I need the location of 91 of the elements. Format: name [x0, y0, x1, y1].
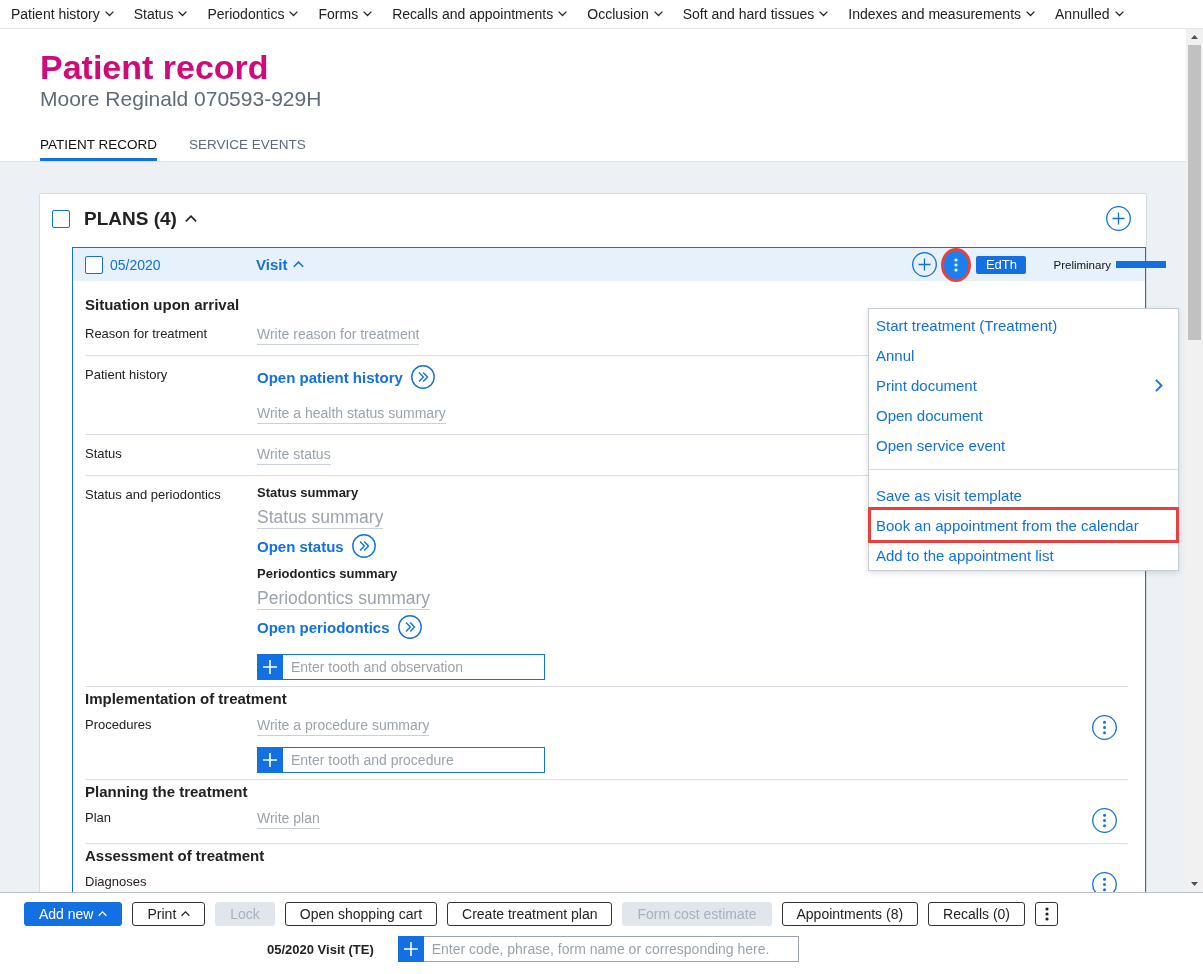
section-heading: Situation upon arrival	[85, 295, 241, 315]
checkbox[interactable]	[85, 255, 103, 274]
command-field[interactable]: Enter code, phrase, form name or corresponding here.	[423, 936, 799, 962]
toolbar-button[interactable]: Appointments (8)	[781, 902, 919, 926]
checkbox[interactable]	[52, 209, 70, 228]
menu-option[interactable]: Open service event	[868, 430, 1179, 460]
plan-type-toggle[interactable]: Visit	[256, 256, 305, 273]
text-field[interactable]: Write reason for treatment	[257, 324, 420, 345]
triangle-down-icon[interactable]	[1191, 882, 1198, 886]
double-chevron-icon	[351, 534, 376, 558]
tab[interactable]: PATIENT RECORD	[40, 136, 157, 161]
menu-option[interactable]: Save as visit template	[868, 480, 1179, 510]
field-label: Status and periodontics	[85, 486, 222, 504]
menu-item[interactable]: Occlusion	[587, 5, 663, 23]
chevron-down-icon	[363, 11, 373, 17]
scrollbar-thumb[interactable]	[1188, 45, 1201, 340]
chevron-down-icon	[104, 11, 114, 17]
chevron-down-icon	[1114, 11, 1124, 17]
chevron-down-icon	[1026, 11, 1035, 17]
input-field[interactable]: Enter tooth and procedure	[283, 747, 545, 773]
field-label: Plan	[85, 809, 113, 827]
plus-icon[interactable]	[257, 654, 283, 680]
text-field[interactable]: Write a health status summary	[257, 403, 446, 424]
summary-field[interactable]: Status summary	[257, 506, 384, 529]
menu-item[interactable]: Indexes and measurements	[848, 5, 1035, 23]
toolbar-button[interactable]: Open shopping cart	[284, 902, 438, 926]
field-label: Patient history	[85, 366, 169, 384]
chevron-up-icon	[98, 911, 108, 917]
toolbar-button[interactable]: Add new	[24, 902, 123, 926]
section-title: PLANS (4)	[84, 207, 177, 230]
chevron-down-icon	[819, 11, 829, 17]
add-icon[interactable]	[912, 252, 938, 277]
double-chevron-icon	[410, 365, 435, 389]
subheading: Status summary	[257, 485, 359, 501]
triangle-up-icon[interactable]	[1191, 35, 1198, 39]
chevron-down-icon	[289, 11, 299, 17]
status-label: Preliminary	[1053, 258, 1111, 271]
more-icon[interactable]	[1092, 872, 1117, 892]
menu-option[interactable]: Open document	[868, 400, 1179, 430]
section-heading: Implementation of treatment	[85, 689, 288, 709]
more-icon	[1044, 907, 1049, 921]
menu-option[interactable]: Add to the appointment list	[868, 540, 1179, 570]
field-label: Diagnoses	[85, 873, 148, 891]
chevron-right-icon	[1155, 378, 1163, 392]
more-button[interactable]	[1035, 902, 1058, 926]
more-icon[interactable]	[1092, 808, 1117, 833]
menu-item[interactable]: Patient history	[11, 5, 114, 23]
toolbar-button[interactable]: Create treatment plan	[447, 902, 613, 926]
plan-date: 05/2020	[110, 256, 161, 273]
chevron-down-icon	[558, 11, 568, 17]
input-field[interactable]: Enter tooth and observation	[283, 654, 545, 680]
subheading: Periodontics summary	[257, 566, 398, 582]
text-field[interactable]: Write plan	[257, 808, 320, 829]
text-field[interactable]: Write status	[257, 444, 331, 465]
section-heading: Assessment of treatment	[85, 846, 266, 866]
more-icon	[954, 257, 959, 272]
scrollbar[interactable]	[1186, 29, 1203, 892]
chevron-down-icon	[178, 11, 188, 17]
menu-item[interactable]: Recalls and appointments	[392, 5, 568, 23]
link[interactable]: Open periodontics	[257, 615, 422, 639]
menu-item[interactable]: Periodontics	[207, 5, 299, 23]
plus-icon[interactable]	[397, 936, 424, 962]
tab[interactable]: SERVICE EVENTS	[189, 136, 306, 161]
field-label: Procedures	[85, 716, 153, 734]
chevron-up-icon	[181, 911, 191, 917]
text-field[interactable]: Write a procedure summary	[257, 715, 430, 736]
toolbar-button[interactable]: Recalls (0)	[928, 902, 1025, 926]
link[interactable]: Open status	[257, 534, 376, 558]
menu-option[interactable]: Book an appointment from the calendar	[868, 507, 1179, 543]
double-chevron-icon	[397, 615, 422, 639]
patient-name: Moore Reginald 070593-929H	[40, 87, 323, 111]
initials-badge: EdTh	[976, 255, 1027, 274]
more-icon[interactable]	[1092, 715, 1117, 740]
chevron-down-icon	[653, 11, 663, 17]
section-heading: Planning the treatment	[85, 782, 249, 802]
menu-option[interactable]: Annul	[868, 340, 1179, 370]
summary-field[interactable]: Periodontics summary	[257, 587, 431, 610]
menu-option[interactable]: Print document	[868, 370, 1179, 400]
menu-item[interactable]: Soft and hard tissues	[682, 5, 829, 23]
menu-item[interactable]: Status	[133, 5, 188, 23]
menu-item[interactable]: Forms	[318, 5, 373, 23]
menu-item[interactable]: Annulled	[1055, 5, 1124, 23]
field-label: Status	[85, 445, 123, 463]
add-icon[interactable]	[1106, 206, 1131, 231]
field-label: Reason for treatment	[85, 325, 209, 343]
link[interactable]: Open patient history	[257, 365, 435, 389]
toolbar-button[interactable]: Print	[132, 902, 206, 926]
menu-option[interactable]: Start treatment (Treatment)	[868, 310, 1179, 340]
plus-icon[interactable]	[257, 747, 283, 773]
context-label: 05/2020 Visit (TE)	[267, 941, 374, 957]
page-title: Patient record	[40, 47, 270, 87]
